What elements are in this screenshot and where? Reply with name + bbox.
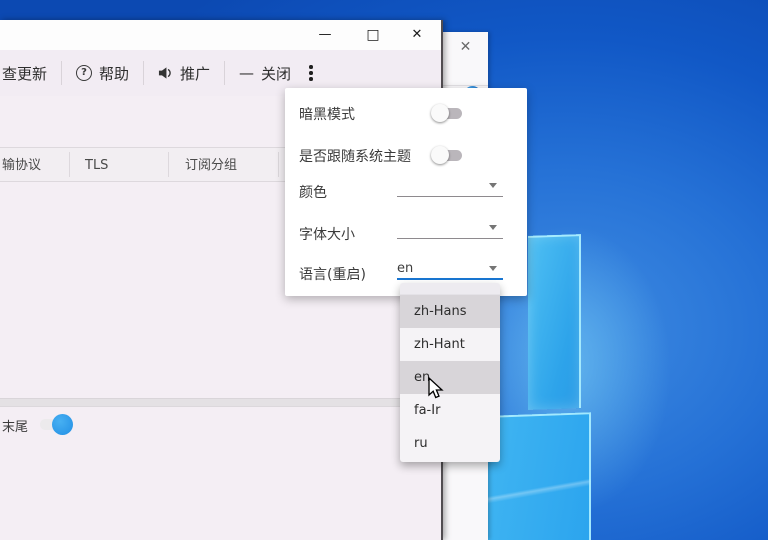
- select-value: en: [397, 261, 413, 276]
- column-header-tls[interactable]: TLS: [85, 148, 108, 183]
- select-underline: [397, 238, 503, 239]
- column-divider: [69, 152, 70, 177]
- option-zh-hans[interactable]: zh-Hans: [400, 295, 500, 328]
- close-button[interactable]: ✕: [400, 20, 434, 50]
- toolbar-item-label: 关闭: [261, 63, 291, 84]
- close-icon[interactable]: ✕: [443, 39, 488, 55]
- mouse-cursor-icon: [424, 376, 448, 404]
- color-select[interactable]: [397, 175, 503, 197]
- font-size-label: 字体大小: [299, 224, 355, 244]
- maximize-button[interactable]: □: [356, 20, 390, 50]
- option-fa-ir[interactable]: fa-Ir: [400, 394, 500, 427]
- select-underline-focused: [397, 278, 503, 280]
- color-label: 颜色: [299, 182, 327, 202]
- dropdown-top-pad: [400, 283, 500, 295]
- side-window-header: ✕: [443, 32, 488, 86]
- language-dropdown-list: zh-Hans zh-Hant en fa-Ir ru: [400, 283, 500, 462]
- footer-toggle-label: 末尾: [2, 416, 28, 435]
- toolbar-item-label: 帮助: [99, 63, 129, 84]
- minimize-button[interactable]: —: [308, 20, 342, 50]
- language-label: 语言(重启): [299, 264, 366, 284]
- toolbar-item-close[interactable]: — 关闭: [239, 63, 291, 84]
- chevron-down-icon: [489, 266, 497, 271]
- column-divider: [278, 152, 279, 177]
- kebab-menu-icon[interactable]: [305, 61, 317, 85]
- toolbar-item-promotion[interactable]: 推广: [158, 63, 210, 84]
- titlebar: — □ ✕: [0, 20, 441, 50]
- option-zh-hant[interactable]: zh-Hant: [400, 328, 500, 361]
- option-ru[interactable]: ru: [400, 427, 500, 460]
- toolbar-item-label: 推广: [180, 63, 210, 84]
- chevron-down-icon: [489, 183, 497, 188]
- question-circle-icon: ?: [76, 65, 92, 81]
- select-underline: [397, 196, 503, 197]
- font-size-select[interactable]: [397, 217, 503, 239]
- speaker-icon: [158, 66, 173, 80]
- settings-flyout: 暗黑模式 是否跟随系统主题 颜色 字体大小 语言(重启) en: [285, 88, 527, 296]
- dark-mode-label: 暗黑模式: [299, 104, 355, 124]
- language-select[interactable]: en: [397, 258, 503, 280]
- screen: ✕ ⌄ ? — □ ✕ 查更新 ? 帮助: [0, 0, 768, 540]
- follow-system-theme-toggle[interactable]: [433, 150, 462, 161]
- column-header-subscription-group[interactable]: 订阅分组: [185, 148, 237, 183]
- toggle-knob: [431, 146, 449, 164]
- windows-logo-pane-top: [528, 234, 581, 410]
- option-en[interactable]: en: [400, 361, 500, 394]
- toolbar-item-check-update[interactable]: 查更新: [2, 63, 47, 84]
- toolbar-item-label: 查更新: [2, 63, 47, 84]
- toolbar-divider: [143, 61, 144, 85]
- toolbar-divider: [224, 61, 225, 85]
- column-header-protocol[interactable]: 输协议: [2, 148, 41, 183]
- toggle-knob: [52, 414, 73, 435]
- toolbar-divider: [61, 61, 62, 85]
- toolbar-item-help[interactable]: ? 帮助: [76, 63, 129, 84]
- column-divider: [168, 152, 169, 177]
- dark-mode-toggle[interactable]: [433, 108, 462, 119]
- footer-toggle-on[interactable]: [40, 419, 70, 430]
- minus-icon: —: [239, 64, 254, 82]
- toggle-knob: [431, 104, 449, 122]
- follow-system-theme-label: 是否跟随系统主题: [299, 146, 411, 166]
- statusbar-divider: [0, 398, 441, 407]
- chevron-down-icon: [489, 225, 497, 230]
- windows-logo-pane-bottom: [488, 412, 591, 540]
